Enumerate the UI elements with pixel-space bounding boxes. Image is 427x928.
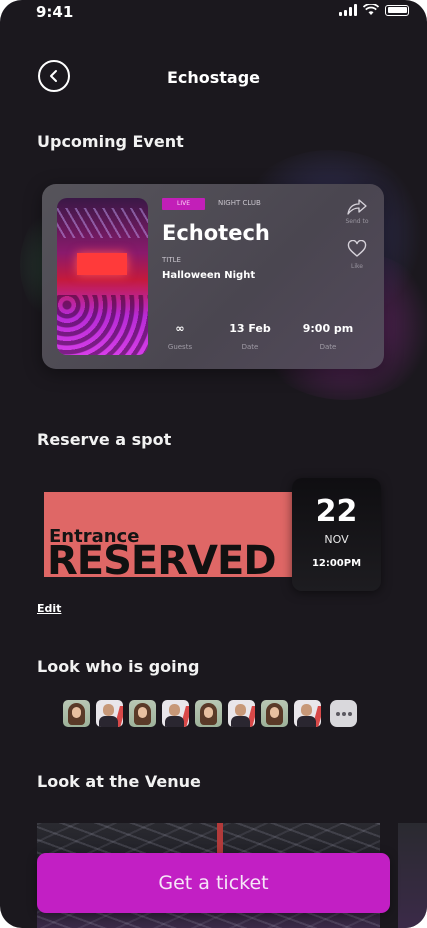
get-ticket-button[interactable]: Get a ticket (37, 853, 390, 913)
avatar[interactable] (162, 700, 189, 727)
share-label: Send to (345, 218, 369, 225)
ticket-month: NOV (324, 533, 349, 546)
event-image (57, 198, 148, 355)
ticket-reserved: RESERVED (47, 538, 277, 577)
edit-link[interactable]: Edit (37, 602, 61, 615)
avatar[interactable] (63, 700, 90, 727)
ticket-time: 12:00PM (311, 558, 362, 569)
stat-guests: ∞ Guests (150, 322, 210, 351)
avatar[interactable] (195, 700, 222, 727)
more-attendees-button[interactable] (330, 700, 357, 727)
battery-icon (385, 4, 409, 16)
phone-screen: 9:41 Echostage Upcoming Event LIVE NIGHT… (0, 0, 427, 928)
venue-heading: Look at the Venue (37, 772, 201, 791)
status-icons (339, 4, 409, 16)
share-icon[interactable] (346, 198, 368, 216)
signal-icon (339, 4, 357, 16)
venue-image[interactable] (398, 823, 427, 928)
heart-icon[interactable] (347, 240, 367, 258)
stat-value: 13 Feb (229, 322, 271, 335)
attendee-list (63, 700, 357, 727)
avatar[interactable] (228, 700, 255, 727)
event-name: Echotech (162, 221, 270, 245)
page-title: Echostage (166, 68, 261, 87)
event-card[interactable]: LIVE NIGHT CLUB Echotech TITLE Halloween… (42, 184, 384, 369)
wifi-icon (363, 4, 379, 15)
reserved-ticket[interactable]: Entrance RESERVED (44, 492, 306, 577)
upcoming-event-heading: Upcoming Event (37, 132, 184, 151)
stat-label: Date (241, 343, 259, 351)
avatar[interactable] (129, 700, 156, 727)
stat-date: 13 Feb Date (220, 322, 280, 351)
stat-value: 9:00 pm (302, 322, 354, 335)
stat-value: ∞ (175, 322, 185, 335)
stat-label: Date (319, 343, 337, 351)
avatar[interactable] (261, 700, 288, 727)
avatar[interactable] (96, 700, 123, 727)
stat-label: Guests (167, 343, 193, 351)
status-time: 9:41 (36, 3, 74, 21)
ticket-date-stub: 22 NOV 12:00PM (292, 478, 381, 591)
reserve-heading: Reserve a spot (37, 430, 172, 449)
going-heading: Look who is going (37, 657, 200, 676)
stat-time: 9:00 pm Date (298, 322, 358, 351)
ellipsis-icon (335, 711, 340, 716)
event-subtitle: Halloween Night (162, 270, 256, 281)
event-subtitle-label: TITLE (162, 256, 181, 264)
live-badge: LIVE (162, 198, 205, 210)
ticket-day: 22 (315, 494, 358, 529)
avatar[interactable] (294, 700, 321, 727)
event-category: NIGHT CLUB (218, 199, 261, 207)
like-label: Like (351, 263, 363, 270)
